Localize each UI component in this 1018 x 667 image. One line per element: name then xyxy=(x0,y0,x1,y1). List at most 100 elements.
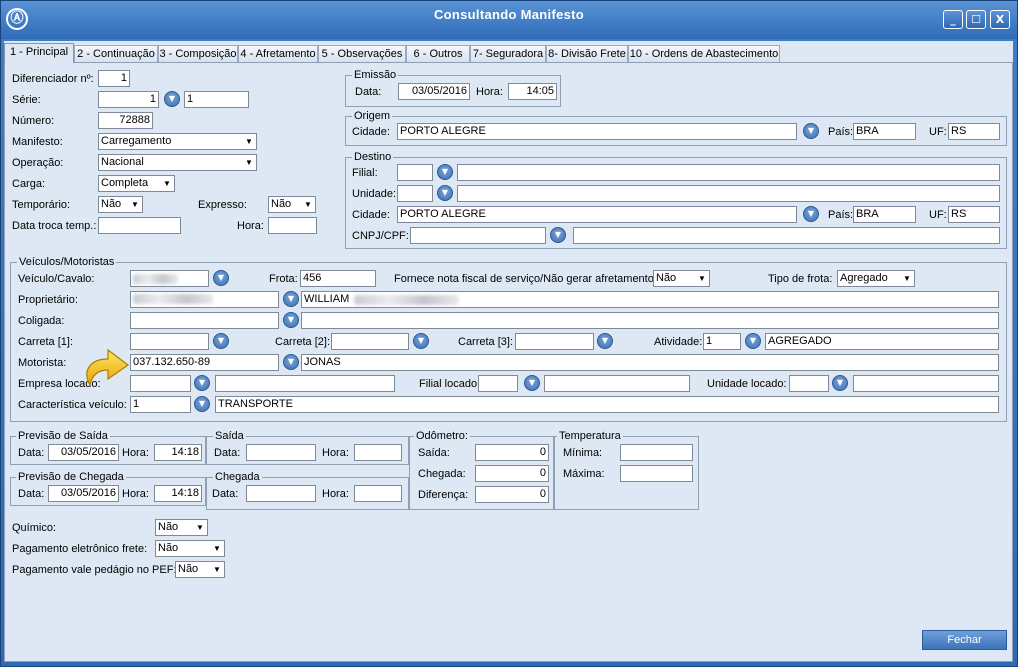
pag-eletronico-select[interactable]: Não ▼ xyxy=(155,540,225,557)
pag-vale-select[interactable]: Não ▼ xyxy=(175,561,225,578)
operacao-label: Operação: xyxy=(12,157,64,169)
empresa-locado-lookup[interactable]: ▼ xyxy=(194,375,210,391)
frota-input[interactable]: 456 xyxy=(300,270,376,287)
unidade-locado-input[interactable] xyxy=(789,375,829,392)
carreta1-input[interactable] xyxy=(130,333,209,350)
carreta2-lookup[interactable]: ▼ xyxy=(413,333,429,349)
destino-unidade-input[interactable] xyxy=(397,185,433,202)
carreta2-input[interactable] xyxy=(331,333,409,350)
hora-troca-input[interactable] xyxy=(268,217,317,234)
fechar-button[interactable]: Fechar xyxy=(922,630,1007,650)
veiculo-label: Veículo/Cavalo: xyxy=(18,273,95,285)
odometro-saida-input[interactable]: 0 xyxy=(475,444,549,461)
unidade-locado-lookup[interactable]: ▼ xyxy=(832,375,848,391)
chegada-data-input[interactable] xyxy=(246,485,316,502)
origem-cidade-lookup[interactable]: ▼ xyxy=(803,123,819,139)
filial-locado-lookup[interactable]: ▼ xyxy=(524,375,540,391)
empresa-locado-desc[interactable] xyxy=(215,375,395,392)
empresa-locado-input[interactable] xyxy=(130,375,191,392)
origem-cidade-input[interactable]: PORTO ALEGRE xyxy=(397,123,797,140)
destino-cidade-input[interactable]: PORTO ALEGRE xyxy=(397,206,797,223)
diferenciador-input[interactable]: 1 xyxy=(98,70,130,87)
numero-input[interactable]: 72888 xyxy=(98,112,153,129)
proprietario-lookup[interactable]: ▼ xyxy=(283,291,299,307)
proprietario-input[interactable] xyxy=(130,291,279,308)
saida-hora-input[interactable] xyxy=(354,444,402,461)
odometro-diferenca-input[interactable]: 0 xyxy=(475,486,549,503)
veiculo-lookup[interactable]: ▼ xyxy=(213,270,229,286)
destino-filial-desc[interactable] xyxy=(457,164,1000,181)
odometro-chegada-input[interactable]: 0 xyxy=(475,465,549,482)
maximize-button[interactable]: ☐ xyxy=(966,10,986,29)
motorista-lookup[interactable]: ▼ xyxy=(283,354,299,370)
emissao-hora-input[interactable]: 14:05 xyxy=(508,83,557,100)
manifesto-select[interactable]: Carregamento ▼ xyxy=(98,133,257,150)
quimico-select[interactable]: Não ▼ xyxy=(155,519,208,536)
origem-uf-input[interactable]: RS xyxy=(948,123,1000,140)
atividade-desc[interactable]: AGREGADO xyxy=(765,333,999,350)
carreta3-lookup[interactable]: ▼ xyxy=(597,333,613,349)
motorista-nome[interactable]: JONAS xyxy=(301,354,999,371)
carga-select[interactable]: Completa ▼ xyxy=(98,175,175,192)
tab-composicao[interactable]: 3 - Composição xyxy=(158,45,238,63)
coligada-desc[interactable] xyxy=(301,312,999,329)
destino-uf-input[interactable]: RS xyxy=(948,206,1000,223)
tab-afretamento[interactable]: 4 - Afretamento xyxy=(238,45,318,63)
atividade-input[interactable]: 1 xyxy=(703,333,741,350)
minimize-button[interactable]: _ xyxy=(943,10,963,29)
filial-locado-input[interactable] xyxy=(478,375,518,392)
caracteristica-input[interactable]: 1 xyxy=(130,396,191,413)
expresso-select[interactable]: Não ▼ xyxy=(268,196,316,213)
tab-continuacao[interactable]: 2 - Continuação xyxy=(74,45,158,63)
previsao-chegada-data-input[interactable]: 03/05/2016 xyxy=(48,485,119,502)
carreta3-label: Carreta [3]: xyxy=(458,336,514,348)
unidade-locado-desc[interactable] xyxy=(853,375,999,392)
tab-outros[interactable]: 6 - Outros xyxy=(406,45,470,63)
dropdown-arrow-icon: ▼ xyxy=(210,562,224,577)
caracteristica-lookup[interactable]: ▼ xyxy=(194,396,210,412)
serie-lookup-button[interactable]: ▼ xyxy=(164,91,180,107)
destino-cnpj-lookup[interactable]: ▼ xyxy=(550,227,566,243)
chevron-down-icon: ▼ xyxy=(441,188,449,197)
carreta3-input[interactable] xyxy=(515,333,594,350)
carreta1-lookup[interactable]: ▼ xyxy=(213,333,229,349)
atividade-lookup[interactable]: ▼ xyxy=(745,333,761,349)
tab-ordens-abastecimento[interactable]: 10 - Ordens de Abastecimento xyxy=(628,45,780,63)
previsao-chegada-hora-input[interactable]: 14:18 xyxy=(154,485,202,502)
destino-filial-lookup[interactable]: ▼ xyxy=(437,164,453,180)
previsao-saida-data-input[interactable]: 03/05/2016 xyxy=(48,444,119,461)
coligada-lookup[interactable]: ▼ xyxy=(283,312,299,328)
temperatura-maxima-input[interactable] xyxy=(620,465,693,482)
destino-unidade-lookup[interactable]: ▼ xyxy=(437,185,453,201)
saida-data-input[interactable] xyxy=(246,444,316,461)
origem-pais-input[interactable]: BRA xyxy=(853,123,916,140)
destino-cnpj-input[interactable] xyxy=(410,227,546,244)
tab-divisao-frete[interactable]: 8- Divisão Frete xyxy=(546,45,628,63)
veiculo-input[interactable] xyxy=(130,270,209,287)
destino-pais-input[interactable]: BRA xyxy=(853,206,916,223)
operacao-select[interactable]: Nacional ▼ xyxy=(98,154,257,171)
emissao-data-input[interactable]: 03/05/2016 xyxy=(398,83,470,100)
temporario-select[interactable]: Não ▼ xyxy=(98,196,143,213)
data-troca-input[interactable] xyxy=(98,217,181,234)
proprietario-nome[interactable]: WILLIAM xyxy=(301,291,999,308)
motorista-input[interactable]: 037.132.650-89 xyxy=(130,354,279,371)
fornece-select[interactable]: Não ▼ xyxy=(653,270,710,287)
serie-input[interactable]: 1 xyxy=(98,91,159,108)
chegada-hora-input[interactable] xyxy=(354,485,402,502)
coligada-input[interactable] xyxy=(130,312,279,329)
filial-locado-desc[interactable] xyxy=(544,375,690,392)
destino-cnpj-desc[interactable] xyxy=(573,227,1000,244)
destino-cidade-lookup[interactable]: ▼ xyxy=(803,206,819,222)
serie-desc-field[interactable]: 1 xyxy=(184,91,249,108)
close-button[interactable]: X xyxy=(990,10,1010,29)
tipo-frota-select[interactable]: Agregado ▼ xyxy=(837,270,915,287)
temperatura-minima-input[interactable] xyxy=(620,444,693,461)
tab-principal[interactable]: 1 - Principal xyxy=(4,43,74,63)
tab-seguradora[interactable]: 7- Seguradora xyxy=(470,45,546,63)
destino-filial-input[interactable] xyxy=(397,164,433,181)
previsao-saida-hora-input[interactable]: 14:18 xyxy=(154,444,202,461)
destino-unidade-desc[interactable] xyxy=(457,185,1000,202)
tab-observacoes[interactable]: 5 - Observações xyxy=(318,45,406,63)
caracteristica-desc[interactable]: TRANSPORTE xyxy=(215,396,999,413)
